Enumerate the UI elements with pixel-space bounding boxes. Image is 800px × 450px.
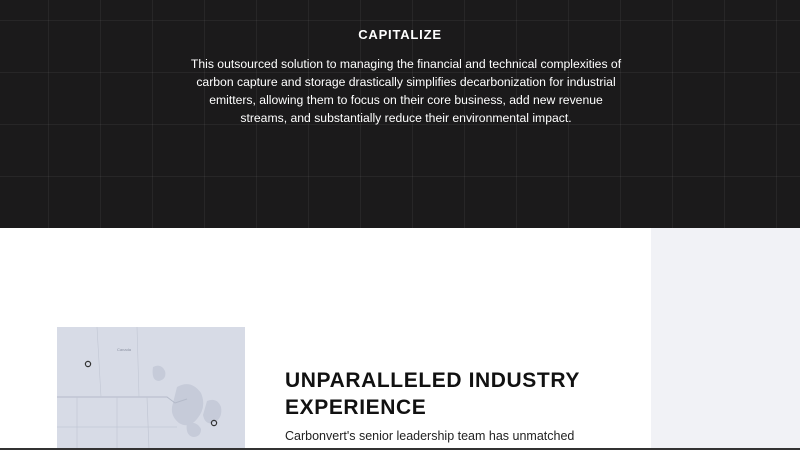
map-country-label: Canada	[117, 347, 132, 352]
side-panel	[651, 228, 800, 450]
hero-description: This outsourced solution to managing the…	[190, 57, 622, 125]
section-body-text: Carbonvert's senior leadership team has …	[285, 429, 575, 443]
hero-title: CAPITALIZE	[358, 27, 442, 42]
map-graphic: Canada	[57, 327, 245, 450]
section-heading-line-2: EXPERIENCE	[285, 396, 427, 419]
section-heading: UNPARALLELED INDUSTRY EXPERIENCE	[285, 367, 625, 421]
section-heading-line-1: UNPARALLELED INDUSTRY	[285, 369, 580, 392]
location-map: Canada	[57, 327, 245, 450]
hero-section: CAPITALIZE This outsourced solution to m…	[0, 0, 800, 228]
